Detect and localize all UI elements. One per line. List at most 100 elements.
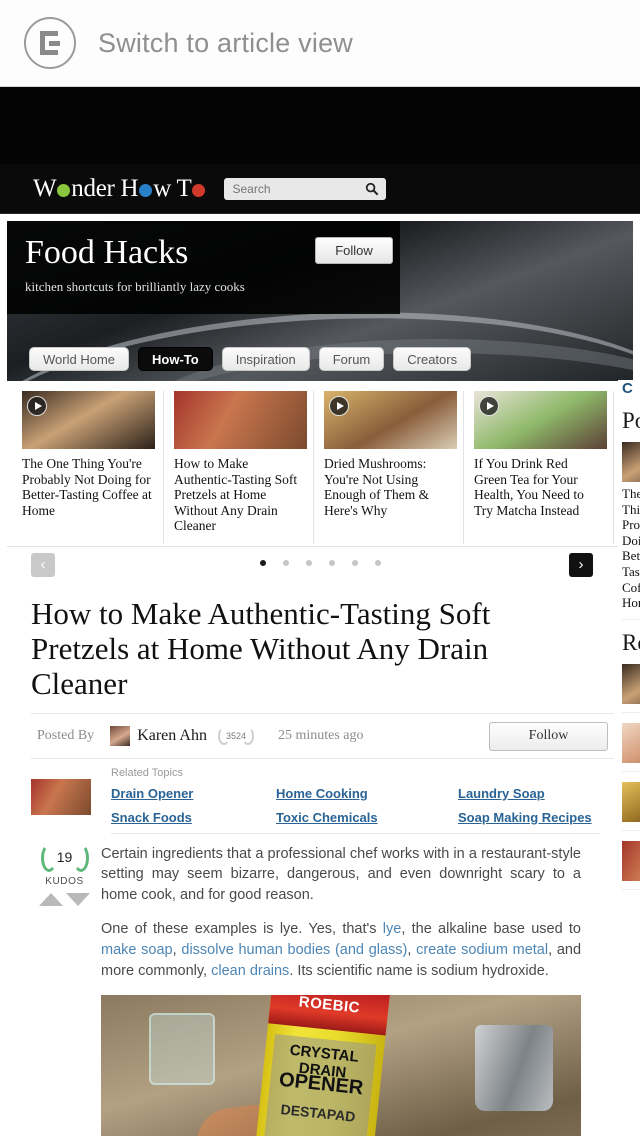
topic-link-home-cooking[interactable]: Home Cooking xyxy=(276,786,458,801)
sidebar-thumbnail[interactable] xyxy=(622,722,640,763)
kudos-upvote-icon[interactable] xyxy=(39,892,63,906)
sidebar-thumbnail[interactable] xyxy=(622,442,640,482)
carousel-dot[interactable] xyxy=(282,559,289,566)
card-thumbnail[interactable] xyxy=(22,391,155,449)
link-sodium-metal[interactable]: create sodium metal xyxy=(416,942,548,958)
card-thumbnail[interactable] xyxy=(324,391,457,449)
carousel-dot[interactable] xyxy=(259,559,266,566)
link-dissolve-bodies[interactable]: dissolve human bodies (and glass) xyxy=(181,942,407,958)
card-title: The One Thing You're Probably Not Doing … xyxy=(22,456,152,518)
tab-inspiration[interactable]: Inspiration xyxy=(221,347,310,371)
search-input[interactable] xyxy=(224,181,355,196)
play-icon[interactable] xyxy=(27,396,47,416)
link-lye[interactable]: lye xyxy=(383,921,402,937)
kudos-count: 19 xyxy=(56,848,73,865)
article-photo: ROEBIC CRYSTAL DRAIN OPENER DESTAPAD xyxy=(101,995,581,1136)
search-box[interactable] xyxy=(224,177,387,200)
posted-by-label: Posted By xyxy=(37,727,95,743)
kudos-downvote-icon[interactable] xyxy=(66,892,90,906)
p2-text-1: One of these examples is lye. Yes, that'… xyxy=(101,921,383,938)
sidebar-recent-item[interactable] xyxy=(622,722,640,772)
switch-to-article-view-bar[interactable]: Switch to article view xyxy=(0,0,640,87)
photo-glass-cup xyxy=(149,1013,215,1086)
page-root: Switch to article view W nder H w T Food… xyxy=(0,0,640,1136)
carousel-card[interactable]: The One Thing You're Probably Not Doing … xyxy=(14,391,164,544)
tab-how-to[interactable]: How-To xyxy=(138,347,213,371)
right-sidebar: C Po The One Thing You're Probably Not D… xyxy=(618,380,640,900)
tab-creators[interactable]: Creators xyxy=(393,347,472,371)
carousel-navigation: ‹ › xyxy=(7,545,633,588)
carousel-next-button[interactable]: › xyxy=(569,552,593,577)
wonderhowto-logo[interactable]: W nder H w T xyxy=(33,175,206,203)
p2-text-4: , xyxy=(407,941,417,958)
sidebar-thumbnail[interactable] xyxy=(622,663,640,704)
byline: Posted By Karen Ahn 3524 25 minutes ago … xyxy=(31,712,614,759)
tab-forum[interactable]: Forum xyxy=(318,347,385,371)
link-make-soap[interactable]: make soap xyxy=(101,942,173,958)
p2-text-2: , the alkaline base used to xyxy=(401,921,581,938)
sidebar-recent-item[interactable] xyxy=(622,781,640,831)
paragraph-2: One of these examples is lye. Yes, that'… xyxy=(101,919,581,981)
world-banner: Food Hacks kitchen shortcuts for brillia… xyxy=(7,221,633,381)
sidebar-recent-item[interactable] xyxy=(622,840,640,890)
topic-link-drain-opener[interactable]: Drain Opener xyxy=(111,786,276,801)
photo-drain-opener-bottle: ROEBIC CRYSTAL DRAIN OPENER DESTAPAD xyxy=(250,995,390,1136)
carousel-card[interactable]: If You Drink Red Green Tea for Your Heal… xyxy=(464,391,614,544)
carousel-cards: The One Thing You're Probably Not Doing … xyxy=(7,391,633,544)
carousel-card[interactable]: How to Make Authentic-Tasting Soft Pretz… xyxy=(164,391,314,544)
topic-link-toxic-chemicals[interactable]: Toxic Chemicals xyxy=(276,810,458,825)
logo-dot-red-icon xyxy=(192,184,206,197)
avatar[interactable] xyxy=(110,725,131,746)
link-clean-drains[interactable]: clean drains xyxy=(211,963,289,979)
logo-part-2: nder H xyxy=(71,174,139,202)
carousel-dot[interactable] xyxy=(351,559,358,566)
play-icon[interactable] xyxy=(479,396,499,416)
world-tagline: kitchen shortcuts for brilliantly lazy c… xyxy=(25,278,245,294)
site-header: W nder H w T xyxy=(0,164,640,214)
sidebar-thumbnail[interactable] xyxy=(622,840,640,881)
article-column: How to Make Authentic-Tasting Soft Pretz… xyxy=(0,587,614,1136)
search-icon[interactable] xyxy=(365,182,379,196)
related-topics-label: Related Topics xyxy=(111,766,183,779)
page-title: How to Make Authentic-Tasting Soft Pretz… xyxy=(31,595,491,701)
world-tabs: World Home How-To Inspiration Forum Crea… xyxy=(29,347,472,371)
follow-author-button[interactable]: Follow xyxy=(489,721,608,751)
article-body-row: 19 KUDOS Certain ingredients that a prof… xyxy=(31,843,600,1136)
author-name[interactable]: Karen Ahn xyxy=(137,727,207,745)
photo-metal-pot xyxy=(475,1025,553,1112)
kudos-label: KUDOS xyxy=(45,875,84,887)
carousel-dot[interactable] xyxy=(305,559,312,566)
related-topics-row: Related Topics Drain Opener Home Cooking… xyxy=(31,763,600,834)
topic-link-soap-making-recipes[interactable]: Soap Making Recipes xyxy=(458,810,600,825)
timestamp: 25 minutes ago xyxy=(277,727,364,743)
logo-part-1: W xyxy=(33,174,57,202)
tab-world-home[interactable]: World Home xyxy=(29,347,130,371)
reputation-badge: 3524 xyxy=(216,726,256,746)
p2-text-6: . Its scientific name is sodium hydroxid… xyxy=(289,962,549,979)
reader-view-icon[interactable] xyxy=(24,17,76,69)
follow-world-button[interactable]: Follow xyxy=(315,237,393,264)
card-thumbnail[interactable] xyxy=(474,391,607,449)
topic-link-snack-foods[interactable]: Snack Foods xyxy=(111,810,276,825)
sidebar-recent-heading: Re xyxy=(622,629,640,655)
sidebar-popular-heading: Po xyxy=(622,408,640,433)
carousel-dots xyxy=(7,559,633,566)
carousel-dot[interactable] xyxy=(328,559,335,566)
related-topics-grid: Drain Opener Home Cooking Laundry Soap S… xyxy=(111,786,600,825)
play-icon[interactable] xyxy=(329,396,349,416)
logo-part-3: w T xyxy=(153,174,192,202)
carousel-dot[interactable] xyxy=(374,559,381,566)
reader-bar-label: Switch to article view xyxy=(98,27,353,58)
sidebar-top-link[interactable]: C xyxy=(622,380,633,397)
card-title: How to Make Authentic-Tasting Soft Pretz… xyxy=(174,456,298,534)
carousel-card[interactable]: Dried Mushrooms: You're Not Using Enough… xyxy=(314,391,464,544)
sidebar-recent-item[interactable] xyxy=(622,663,640,713)
sidebar-popular-item[interactable]: The One Thing You're Probably Not Doing … xyxy=(622,442,640,620)
paragraph-1: Certain ingredients that a professional … xyxy=(101,845,581,903)
topic-link-laundry-soap[interactable]: Laundry Soap xyxy=(458,786,600,801)
article-text: Certain ingredients that a professional … xyxy=(101,844,581,1136)
logo-dot-green-icon xyxy=(57,184,71,197)
sidebar-thumbnail[interactable] xyxy=(622,781,640,822)
world-title-plate: Food Hacks kitchen shortcuts for brillia… xyxy=(7,221,400,314)
card-thumbnail[interactable] xyxy=(174,391,307,449)
